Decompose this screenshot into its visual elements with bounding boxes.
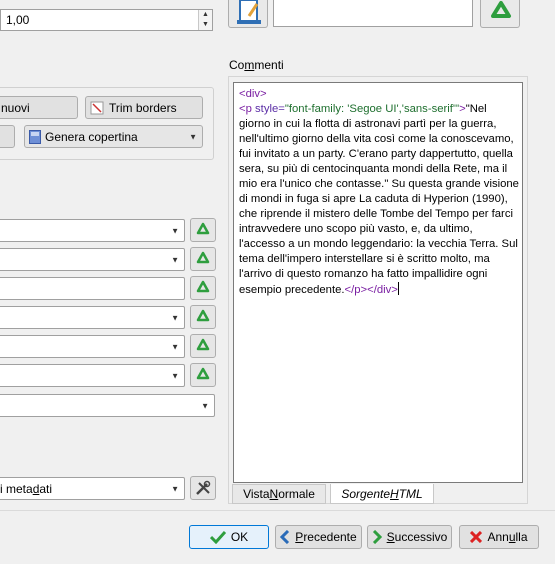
- field-combo-7[interactable]: ▼: [0, 394, 215, 417]
- field-combo-5[interactable]: ▼: [0, 335, 185, 358]
- genera-copertina-label: Genera copertina: [45, 129, 138, 144]
- ok-button[interactable]: OK: [189, 525, 269, 549]
- size-spinbox[interactable]: 1,00 ▲ ▼: [0, 9, 213, 31]
- recycle-icon: [196, 222, 210, 235]
- comment-body-text: "Nel giorno in cui la flotta di astronav…: [239, 103, 519, 296]
- field-combo-1[interactable]: ▼: [0, 219, 185, 242]
- clear-field-2-button[interactable]: [190, 247, 216, 271]
- cover-option-button[interactable]: [0, 125, 15, 148]
- spin-value: 1,00: [6, 13, 30, 27]
- text-caret: [397, 282, 399, 295]
- tab-sorgente-html[interactable]: Sorgente H TML: [330, 484, 434, 504]
- clear-field-3-button[interactable]: [190, 276, 216, 300]
- field-combo-2[interactable]: ▼: [0, 248, 185, 271]
- genera-copertina-combo[interactable]: Genera copertina ▼: [24, 125, 203, 148]
- recycle-icon: [196, 280, 210, 293]
- chevron-left-icon: [280, 530, 290, 544]
- p-open-end: >: [459, 103, 466, 115]
- chevron-down-icon: ▼: [171, 484, 179, 493]
- chevron-right-icon: [372, 530, 382, 544]
- tab-vista-normale[interactable]: Vista Normale: [232, 484, 326, 504]
- previous-button[interactable]: Precedente: [275, 525, 362, 549]
- clear-field-5-button[interactable]: [190, 334, 216, 358]
- recycle-icon: [196, 367, 210, 380]
- check-icon: [209, 530, 226, 544]
- spin-down-icon[interactable]: ▼: [199, 20, 212, 30]
- recycle-icon: [196, 309, 210, 322]
- clear-top-button[interactable]: [480, 0, 520, 28]
- recycle-icon: [491, 1, 511, 18]
- chevron-down-icon: ▼: [171, 371, 179, 380]
- cancel-button[interactable]: Annulla: [459, 525, 539, 549]
- close-tags: </p></div>: [344, 284, 398, 296]
- open-div-tag: <div>: [239, 88, 267, 100]
- comments-label: Commenti: [229, 58, 284, 72]
- next-button[interactable]: Successivo: [367, 525, 452, 549]
- top-text-field[interactable]: [273, 0, 473, 27]
- nuovi-button[interactable]: nuovi: [0, 96, 78, 119]
- cancel-label: Annulla: [487, 530, 528, 544]
- trim-icon: [90, 101, 104, 114]
- html-source-text[interactable]: <div> <p style="font-family: 'Segoe UI',…: [239, 87, 519, 298]
- p-style-attr: style=: [255, 103, 285, 115]
- field-input-3[interactable]: [0, 277, 185, 300]
- edit-comments-button[interactable]: [228, 0, 268, 28]
- chevron-down-icon: ▼: [189, 132, 197, 141]
- book-cover-icon: [29, 129, 41, 144]
- p-open-start: <p: [239, 103, 256, 115]
- chevron-down-icon: ▼: [171, 313, 179, 322]
- nuovi-label: nuovi: [1, 100, 30, 115]
- trim-borders-button[interactable]: Trim borders: [85, 96, 203, 119]
- edit-document-icon: [237, 0, 261, 24]
- chevron-down-icon: ▼: [171, 342, 179, 351]
- spin-arrows[interactable]: ▲ ▼: [198, 10, 212, 30]
- spin-up-icon[interactable]: ▲: [199, 10, 212, 20]
- tools-icon: [196, 480, 211, 495]
- next-label: Successivo: [386, 530, 448, 544]
- metadata-source-combo[interactable]: i metadati ▼: [0, 477, 185, 500]
- chevron-down-icon: ▼: [171, 255, 179, 264]
- field-combo-6[interactable]: ▼: [0, 364, 185, 387]
- field-combo-4[interactable]: ▼: [0, 306, 185, 329]
- recycle-icon: [196, 338, 210, 351]
- clear-field-4-button[interactable]: [190, 305, 216, 329]
- chevron-down-icon: ▼: [201, 401, 209, 410]
- clear-field-6-button[interactable]: [190, 363, 216, 387]
- p-style-value: "font-family: 'Segoe UI','sans-serif'": [284, 103, 460, 115]
- ok-label: OK: [230, 530, 249, 544]
- metadata-label: i metadati: [0, 481, 53, 496]
- previous-label: Precedente: [295, 530, 357, 544]
- close-icon: [470, 531, 483, 543]
- trim-borders-label: Trim borders: [109, 100, 177, 115]
- metadata-settings-button[interactable]: [190, 476, 216, 500]
- chevron-down-icon: ▼: [171, 226, 179, 235]
- html-source-editor[interactable]: <div> <p style="font-family: 'Segoe UI',…: [233, 82, 523, 483]
- divider: [0, 510, 555, 511]
- clear-field-1-button[interactable]: [190, 218, 216, 242]
- recycle-icon: [196, 251, 210, 264]
